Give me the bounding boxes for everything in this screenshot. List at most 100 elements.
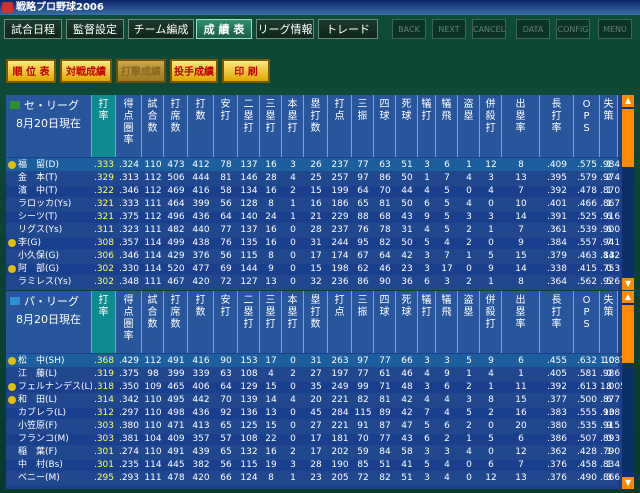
column-header[interactable]: 併殺打 (480, 291, 502, 353)
column-header[interactable]: 失策 (600, 95, 618, 157)
column-header[interactable]: 塁打数 (304, 291, 328, 353)
table-row[interactable]: ベニー(M) .295.293 111 478 420 66 124 8 1 23 205 72 82 5… (6, 471, 620, 486)
stat-cell: 86 (357, 277, 369, 287)
scroll-down-icon[interactable]: ▼ (622, 278, 634, 290)
column-header[interactable]: OPS (574, 95, 600, 157)
column-header[interactable]: 本塁打 (282, 95, 304, 157)
column-header[interactable]: 出塁率 (502, 291, 540, 353)
column-header[interactable]: 盗塁 (458, 291, 480, 353)
column-header[interactable]: 三塁打 (260, 291, 282, 353)
scrollbar[interactable]: ▲ ▼ (622, 291, 634, 489)
column-header[interactable]: 長打率 (540, 95, 574, 157)
column-header[interactable]: 安打 (214, 95, 238, 157)
column-header[interactable]: 安打 (214, 291, 238, 353)
stat-cell: 2 (466, 277, 472, 287)
league-header: セ・リーグ 8月20日現在 (6, 95, 92, 157)
scrollbar[interactable]: ▲ ▼ (622, 95, 634, 290)
column-header[interactable]: 二塁打 (238, 95, 260, 157)
column-header[interactable]: 得点圏率 (116, 291, 142, 353)
subnav-print[interactable]: 印 刷 (222, 59, 270, 83)
as-of-date: 8月20日現在 (16, 313, 81, 326)
column-header[interactable]: 犠飛 (436, 291, 458, 353)
column-header[interactable]: 試合数 (142, 95, 164, 157)
column-header[interactable]: OPS (574, 291, 600, 353)
central-league-table: セ・リーグ 8月20日現在 打率得点圏率試合数打席数打数安打二塁打三塁打本塁打塁… (6, 95, 634, 290)
next-button[interactable]: NEXT (432, 19, 466, 39)
nav-stats[interactable]: 成 績 表 (196, 19, 252, 39)
league-name: パ・リーグ (24, 295, 79, 308)
cancel-button[interactable]: CANCEL (472, 19, 506, 39)
stat-cell: 478 (167, 473, 185, 483)
column-header[interactable]: 試合数 (142, 291, 164, 353)
stat-cell: .364 (546, 277, 568, 287)
stat-cell: 236 (331, 277, 349, 287)
column-header[interactable]: 打数 (188, 95, 214, 157)
scroll-down-icon[interactable]: ▼ (622, 477, 634, 489)
stat-cell: 36 (401, 277, 413, 287)
column-header[interactable]: 塁打数 (304, 95, 328, 157)
flag-icon (10, 297, 20, 305)
column-header[interactable]: 打席数 (164, 291, 188, 353)
stat-cell: 127 (240, 277, 258, 287)
column-header[interactable]: 四球 (374, 291, 396, 353)
column-header[interactable]: 三振 (352, 291, 374, 353)
column-header[interactable]: 打率 (92, 291, 116, 353)
subnav-standings[interactable]: 順 位 表 (6, 59, 56, 83)
column-header[interactable]: 打率 (92, 95, 116, 157)
rank-badge-icon (8, 395, 16, 404)
column-header[interactable]: 盗塁 (458, 95, 480, 157)
stat-cell: 3 (424, 473, 430, 483)
stat-cell: 0 (466, 473, 472, 483)
subnav-head-to-head[interactable]: 対戦成績 (60, 59, 112, 83)
column-header[interactable]: 打数 (188, 291, 214, 353)
flag-icon (10, 101, 20, 109)
stat-cell: 66 (220, 473, 232, 483)
column-header[interactable]: 二塁打 (238, 291, 260, 353)
nav-trade[interactable]: トレード (318, 19, 378, 39)
column-header[interactable]: 得点圏率 (116, 95, 142, 157)
column-header[interactable]: 失策 (600, 291, 618, 353)
column-header[interactable]: 犠打 (418, 95, 436, 157)
nav-manager[interactable]: 監督設定 (66, 19, 124, 39)
column-header[interactable]: 打点 (328, 95, 352, 157)
column-header[interactable]: 併殺打 (480, 95, 502, 157)
stat-cell: 0 (290, 277, 296, 287)
nav-league-info[interactable]: リーグ情報 (256, 19, 314, 39)
stat-cell: 1 (290, 473, 296, 483)
scroll-up-icon[interactable]: ▲ (622, 95, 634, 107)
subnav-pitching[interactable]: 投手成績 (170, 59, 218, 83)
stat-cell: 8 (268, 473, 274, 483)
scroll-thumb[interactable] (622, 305, 634, 363)
data-button[interactable]: DATA (516, 19, 550, 39)
config-button[interactable]: CONFIG (556, 19, 590, 39)
column-header[interactable]: 死球 (396, 95, 418, 157)
column-header[interactable]: 本塁打 (282, 291, 304, 353)
window-title: 戦略プロ野球2006 (16, 2, 104, 13)
column-header[interactable]: 長打率 (540, 291, 574, 353)
rank-badge-icon (8, 160, 16, 169)
scroll-thumb[interactable] (622, 109, 634, 167)
stat-cell: 72 (357, 473, 369, 483)
scroll-up-icon[interactable]: ▲ (622, 291, 634, 303)
column-header[interactable]: 犠飛 (436, 95, 458, 157)
column-header[interactable]: 三振 (352, 95, 374, 157)
nav-roster[interactable]: チーム編成 (128, 19, 194, 39)
stat-cell: 420 (192, 277, 210, 287)
column-header[interactable]: 打席数 (164, 95, 188, 157)
column-header[interactable]: 四球 (374, 95, 396, 157)
column-header[interactable]: 三塁打 (260, 95, 282, 157)
column-header[interactable]: 打点 (328, 291, 352, 353)
as-of-date: 8月20日現在 (16, 117, 81, 130)
column-header[interactable]: 犠打 (418, 291, 436, 353)
table-row[interactable]: ラミレス(Ys) .302.348 111 467 420 72 127 13 0 32 236 86… (6, 275, 620, 290)
column-header[interactable]: 死球 (396, 291, 418, 353)
subnav-batting[interactable]: 打撃成績 (116, 59, 166, 83)
app-window: 戦略プロ野球2006 試合日程 監督設定 チーム編成 成 績 表 リーグ情報 ト… (0, 0, 640, 493)
stat-cell: 82 (379, 473, 391, 483)
stat-cell: 8 (518, 277, 524, 287)
column-header[interactable]: 出塁率 (502, 95, 540, 157)
menu-button[interactable]: MENU (598, 19, 632, 39)
stat-cell: 5 (606, 277, 612, 287)
nav-schedule[interactable]: 試合日程 (4, 19, 62, 39)
back-button[interactable]: BACK (392, 19, 426, 39)
